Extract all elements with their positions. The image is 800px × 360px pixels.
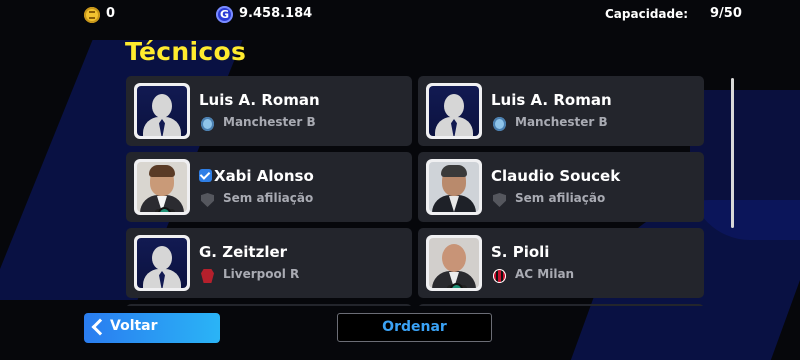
manager-list: Luis A. Roman Manchester B Luis A. Roman… xyxy=(126,76,706,306)
manager-club: Manchester B xyxy=(515,115,608,129)
manager-portrait xyxy=(426,83,482,139)
manager-card[interactable]: G. Zeitzler Liverpool R xyxy=(126,228,412,298)
manager-card[interactable]: S. Pioli AC Milan xyxy=(418,228,704,298)
verified-check-icon xyxy=(199,169,212,182)
manager-portrait xyxy=(134,235,190,291)
chevron-left-icon xyxy=(91,318,109,336)
manager-club: Liverpool R xyxy=(223,267,300,281)
manager-name: S. Pioli xyxy=(491,243,550,261)
manager-card[interactable]: Xabi Alonso Sem afiliação xyxy=(126,152,412,222)
capacity-value: 9/50 xyxy=(710,6,742,21)
coin-balance: 0 xyxy=(106,6,116,21)
ac-milan-crest-icon xyxy=(493,269,506,283)
list-scrollbar[interactable] xyxy=(731,78,734,228)
back-button-label: Voltar xyxy=(110,318,158,334)
manager-name: Xabi Alonso xyxy=(199,167,314,185)
manager-card[interactable]: Luis A. Roman Manchester B xyxy=(418,76,704,146)
manager-card-peek[interactable] xyxy=(418,304,704,306)
manager-name: Luis A. Roman xyxy=(199,91,320,109)
back-button[interactable]: Voltar xyxy=(84,313,220,343)
manager-portrait xyxy=(134,159,190,215)
sort-button[interactable]: Ordenar xyxy=(337,313,492,342)
manager-name: G. Zeitzler xyxy=(199,243,288,261)
sort-button-label: Ordenar xyxy=(382,319,447,335)
manager-name: Luis A. Roman xyxy=(491,91,612,109)
currency-bar: 0 G 9.458.184 Capacidade: 9/50 xyxy=(0,0,800,30)
manager-card[interactable]: Claudio Soucek Sem afiliação xyxy=(418,152,704,222)
manager-portrait xyxy=(134,83,190,139)
manager-name: Claudio Soucek xyxy=(491,167,621,185)
manager-club: Sem afiliação xyxy=(223,191,314,205)
manager-name-text: Xabi Alonso xyxy=(214,167,314,185)
gp-balance: 9.458.184 xyxy=(239,6,313,21)
coin-icon xyxy=(84,7,100,23)
background-shape xyxy=(690,90,800,240)
no-affiliation-shield-icon xyxy=(493,193,506,207)
manager-portrait xyxy=(426,235,482,291)
page-title: Técnicos xyxy=(125,37,247,66)
manager-club: AC Milan xyxy=(515,267,575,281)
manager-club: Manchester B xyxy=(223,115,316,129)
liverpool-r-crest-icon xyxy=(201,269,214,283)
gp-icon: G xyxy=(216,6,233,23)
manager-portrait xyxy=(426,159,482,215)
manchester-b-crest-icon xyxy=(201,117,214,131)
manager-club: Sem afiliação xyxy=(515,191,606,205)
manchester-b-crest-icon xyxy=(493,117,506,131)
capacity-label: Capacidade: xyxy=(605,7,689,21)
manager-card[interactable]: Luis A. Roman Manchester B xyxy=(126,76,412,146)
manager-card-peek[interactable] xyxy=(126,304,412,306)
no-affiliation-shield-icon xyxy=(201,193,214,207)
